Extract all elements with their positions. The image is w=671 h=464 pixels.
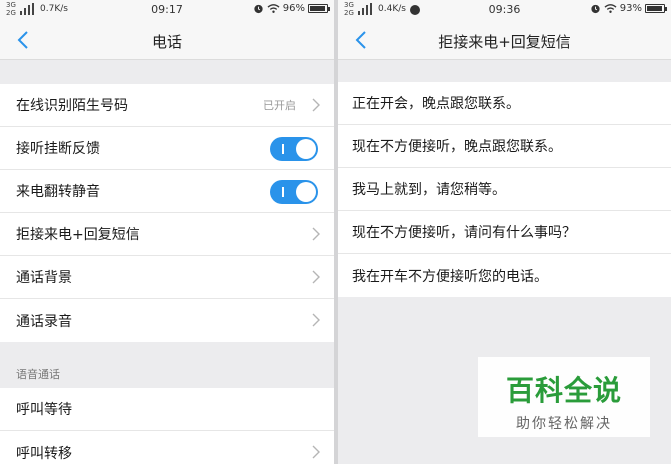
reply-item[interactable]: 现在不方便接听，请问有什么事吗？ xyxy=(338,211,671,254)
phone-reply-sms-screen: 3G 2G 0.4K/s 09:36 93% 拒接来电+回复短信 正在开会，晚点… xyxy=(338,0,671,464)
reply-list: 正在开会，晚点跟您联系。 现在不方便接听，晚点跟您联系。 我马上就到，请您稍等。… xyxy=(338,82,671,297)
watermark-title: 百科全说 xyxy=(505,374,622,407)
battery-percent: 96% xyxy=(282,3,305,14)
screenshot-comparison: 3G 2G 0.7K/s 09:17 96% 电话 在线识别陌生号码 已开启 接… xyxy=(0,0,671,464)
battery-percent: 93% xyxy=(619,3,642,14)
page-title: 电话 xyxy=(151,33,182,51)
section-label: 语音通话 xyxy=(16,368,60,381)
chevron-right-icon xyxy=(312,445,320,459)
status-right: 93% xyxy=(590,3,667,14)
battery-icon xyxy=(308,4,330,13)
voice-call-list: 呼叫等待 呼叫转移 xyxy=(0,388,334,464)
answer-feedback-toggle[interactable] xyxy=(270,137,318,161)
setting-call-background[interactable]: 通话背景 xyxy=(0,256,334,299)
wifi-icon xyxy=(267,4,280,13)
setting-flip-mute: 来电翻转静音 xyxy=(0,170,334,213)
row-label: 拒接来电+回复短信 xyxy=(16,227,140,243)
reply-item[interactable]: 我马上就到，请您稍等。 xyxy=(338,168,671,211)
chevron-right-icon xyxy=(312,98,320,112)
setting-online-id[interactable]: 在线识别陌生号码 已开启 xyxy=(0,84,334,127)
chevron-right-icon xyxy=(312,227,320,241)
reply-item[interactable]: 我在开车不方便接听您的电话。 xyxy=(338,254,671,297)
row-label: 来电翻转静音 xyxy=(16,184,100,200)
chevron-right-icon xyxy=(312,313,320,327)
flip-mute-toggle[interactable] xyxy=(270,180,318,204)
nav-bar: 拒接来电+回复短信 xyxy=(338,20,671,60)
page-title: 拒接来电+回复短信 xyxy=(438,33,571,51)
phone-settings-screen: 3G 2G 0.7K/s 09:17 96% 电话 在线识别陌生号码 已开启 接… xyxy=(0,0,334,464)
row-label: 通话背景 xyxy=(16,270,72,286)
setting-answer-feedback: 接听挂断反馈 xyxy=(0,127,334,170)
watermark-logo: 百科全说 助你轻松解决 xyxy=(478,357,650,437)
row-label: 呼叫等待 xyxy=(16,402,72,418)
row-label: 通话录音 xyxy=(16,313,72,330)
setting-call-forwarding[interactable]: 呼叫转移 xyxy=(0,431,334,464)
alarm-icon xyxy=(254,4,263,14)
settings-list: 在线识别陌生号码 已开启 接听挂断反馈 来电翻转静音 拒接来电+回复短信 通话背… xyxy=(0,84,334,342)
status-bar: 3G 2G 0.4K/s 09:36 93% xyxy=(338,0,671,20)
reply-item[interactable]: 正在开会，晚点跟您联系。 xyxy=(338,82,671,125)
row-label: 呼叫转移 xyxy=(16,445,72,462)
battery-icon xyxy=(645,4,667,13)
row-label: 在线识别陌生号码 xyxy=(16,98,128,114)
setting-call-recording[interactable]: 通话录音 xyxy=(0,299,334,342)
row-value: 已开启 xyxy=(263,99,296,112)
nav-bar: 电话 xyxy=(0,20,334,60)
status-right: 96% xyxy=(253,3,330,14)
chevron-right-icon xyxy=(312,270,320,284)
setting-reject-sms[interactable]: 拒接来电+回复短信 xyxy=(0,213,334,256)
wifi-icon xyxy=(604,4,617,13)
row-label: 接听挂断反馈 xyxy=(16,141,100,157)
watermark-subtitle: 助你轻松解决 xyxy=(516,416,612,432)
status-bar: 3G 2G 0.7K/s 09:17 96% xyxy=(0,0,334,20)
alarm-icon xyxy=(591,4,600,14)
setting-call-waiting[interactable]: 呼叫等待 xyxy=(0,388,334,431)
section-header: 语音通话 xyxy=(0,342,334,388)
reply-item[interactable]: 现在不方便接听，晚点跟您联系。 xyxy=(338,125,671,168)
